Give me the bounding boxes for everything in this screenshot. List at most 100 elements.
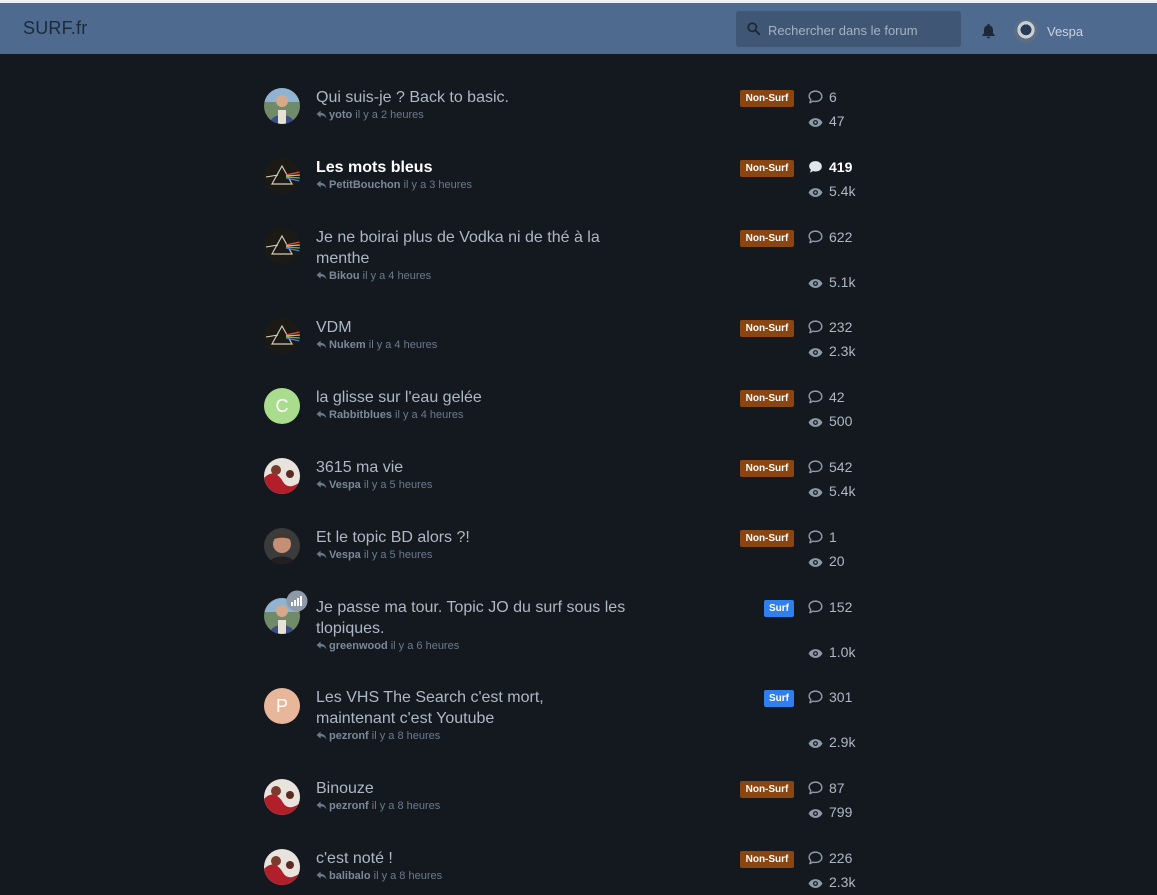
reply-icon [316, 800, 329, 812]
category-tag[interactable]: Non-Surf [740, 851, 794, 868]
topic-row[interactable]: P Les VHS The Search c'est mort, mainten… [0, 664, 1157, 750]
topic-time[interactable]: il y a 8 heures [372, 730, 440, 742]
topic-author[interactable]: PetitBouchon [329, 179, 401, 191]
topic-author[interactable]: yoto [329, 109, 352, 121]
topic-row[interactable]: Les mots bleus PetitBouchon il y a 3 heu… [0, 134, 1157, 204]
category-tag[interactable]: Non-Surf [740, 390, 794, 407]
category-tag[interactable]: Non-Surf [740, 320, 794, 337]
reply-count: 6 [808, 89, 837, 105]
eye-icon [808, 274, 829, 290]
view-count-value: 5.1k [829, 274, 856, 290]
comment-icon [808, 689, 829, 705]
view-count: 20 [808, 553, 845, 569]
topic-row[interactable]: Je ne boirai plus de Vodka ni de thé à l… [0, 204, 1157, 290]
reply-count-value: 301 [829, 689, 853, 705]
site-logo[interactable]: SURF.fr [23, 18, 87, 39]
topic-time[interactable]: il y a 5 heures [364, 549, 432, 561]
topic-meta: pezronf il y a 8 heures [316, 730, 440, 742]
topic-time[interactable]: il y a 8 heures [372, 800, 440, 812]
topic-time[interactable]: il y a 5 heures [364, 479, 432, 491]
topic-avatar[interactable] [264, 458, 300, 494]
reply-count-value: 87 [829, 780, 845, 796]
topic-row[interactable]: Binouze pezronf il y a 8 heures Non-Surf… [0, 755, 1157, 825]
topic-avatar[interactable] [264, 318, 300, 354]
topic-avatar[interactable] [264, 228, 300, 264]
topic-time[interactable]: il y a 4 heures [363, 270, 431, 282]
view-count: 5.4k [808, 483, 855, 499]
topic-author[interactable]: Rabbitblues [329, 409, 392, 421]
topic-author[interactable]: Bikou [329, 270, 360, 282]
comment-icon [808, 459, 829, 475]
category-tag[interactable]: Surf [764, 690, 794, 707]
topic-time[interactable]: il y a 3 heures [404, 179, 472, 191]
topic-title[interactable]: VDM [316, 317, 626, 338]
topic-author[interactable]: balibalo [329, 870, 371, 882]
topic-author[interactable]: Nukem [329, 339, 366, 351]
category-tag[interactable]: Non-Surf [740, 230, 794, 247]
topic-row[interactable]: 3615 ma vie Vespa il y a 5 heures Non-Su… [0, 434, 1157, 504]
eye-icon [808, 113, 829, 129]
view-count: 1.0k [808, 644, 855, 660]
topic-time[interactable]: il y a 2 heures [355, 109, 423, 121]
eye-icon [808, 483, 829, 499]
reply-count-value: 232 [829, 319, 853, 335]
topic-title[interactable]: Qui suis-je ? Back to basic. [316, 87, 626, 108]
topic-title[interactable]: Je ne boirai plus de Vodka ni de thé à l… [316, 227, 626, 269]
category-tag[interactable]: Non-Surf [740, 90, 794, 107]
topic-author[interactable]: pezronf [329, 730, 369, 742]
topic-title[interactable]: Les mots bleus [316, 157, 626, 178]
search-input[interactable] [766, 11, 960, 49]
topic-avatar[interactable] [264, 158, 300, 194]
view-count-value: 1.0k [829, 644, 856, 660]
topic-title[interactable]: c'est noté ! [316, 848, 626, 869]
topic-avatar[interactable]: C [264, 388, 300, 424]
view-count: 2.9k [808, 734, 855, 750]
category-tag[interactable]: Surf [764, 600, 794, 617]
topic-author[interactable]: greenwood [329, 640, 388, 652]
topic-author[interactable]: pezronf [329, 800, 369, 812]
category-tag[interactable]: Non-Surf [740, 530, 794, 547]
topic-row[interactable]: Et le topic BD alors ?! Vespa il y a 5 h… [0, 504, 1157, 574]
topic-row[interactable]: VDM Nukem il y a 4 heures Non-Surf 232 2… [0, 294, 1157, 364]
view-count-value: 2.9k [829, 734, 856, 750]
topic-author[interactable]: Vespa [329, 479, 361, 491]
topic-meta: pezronf il y a 8 heures [316, 800, 440, 812]
topic-row[interactable]: Je passe ma tour. Topic JO du surf sous … [0, 574, 1157, 660]
topic-time[interactable]: il y a 6 heures [391, 640, 459, 652]
topic-time[interactable]: il y a 4 heures [369, 339, 437, 351]
topic-avatar[interactable] [264, 528, 300, 564]
topic-title[interactable]: Je passe ma tour. Topic JO du surf sous … [316, 597, 626, 639]
view-count-value: 5.4k [829, 183, 856, 199]
topic-time[interactable]: il y a 4 heures [395, 409, 463, 421]
search-box[interactable] [736, 11, 961, 49]
user-avatar[interactable] [1014, 19, 1038, 43]
topic-row[interactable]: Qui suis-je ? Back to basic. yoto il y a… [0, 64, 1157, 134]
topic-title[interactable]: Et le topic BD alors ?! [316, 527, 626, 548]
topic-avatar[interactable]: P [264, 688, 300, 724]
category-tag[interactable]: Non-Surf [740, 781, 794, 798]
view-count: 5.1k [808, 274, 855, 290]
comment-icon [808, 599, 829, 615]
eye-icon [808, 553, 829, 569]
comment-icon [808, 159, 829, 175]
eye-icon [808, 874, 829, 890]
topic-title[interactable]: 3615 ma vie [316, 457, 626, 478]
category-tag[interactable]: Non-Surf [740, 460, 794, 477]
topic-avatar[interactable] [264, 88, 300, 124]
topic-avatar[interactable] [264, 849, 300, 885]
topic-avatar[interactable] [264, 779, 300, 815]
username[interactable]: Vespa [1047, 24, 1083, 39]
reply-icon [316, 109, 329, 121]
reply-icon [316, 339, 329, 351]
topic-title[interactable]: la glisse sur l'eau gelée [316, 387, 626, 408]
category-tag[interactable]: Non-Surf [740, 160, 794, 177]
topic-title[interactable]: Binouze [316, 778, 626, 799]
topic-author[interactable]: Vespa [329, 549, 361, 561]
eye-icon [808, 413, 829, 429]
topic-row[interactable]: C la glisse sur l'eau gelée Rabbitblues … [0, 364, 1157, 434]
topic-time[interactable]: il y a 8 heures [374, 870, 442, 882]
reply-count: 622 [808, 229, 852, 245]
notification-bell-icon[interactable] [981, 23, 996, 39]
eye-icon [808, 183, 829, 199]
topic-title[interactable]: Les VHS The Search c'est mort, maintenan… [316, 687, 626, 729]
